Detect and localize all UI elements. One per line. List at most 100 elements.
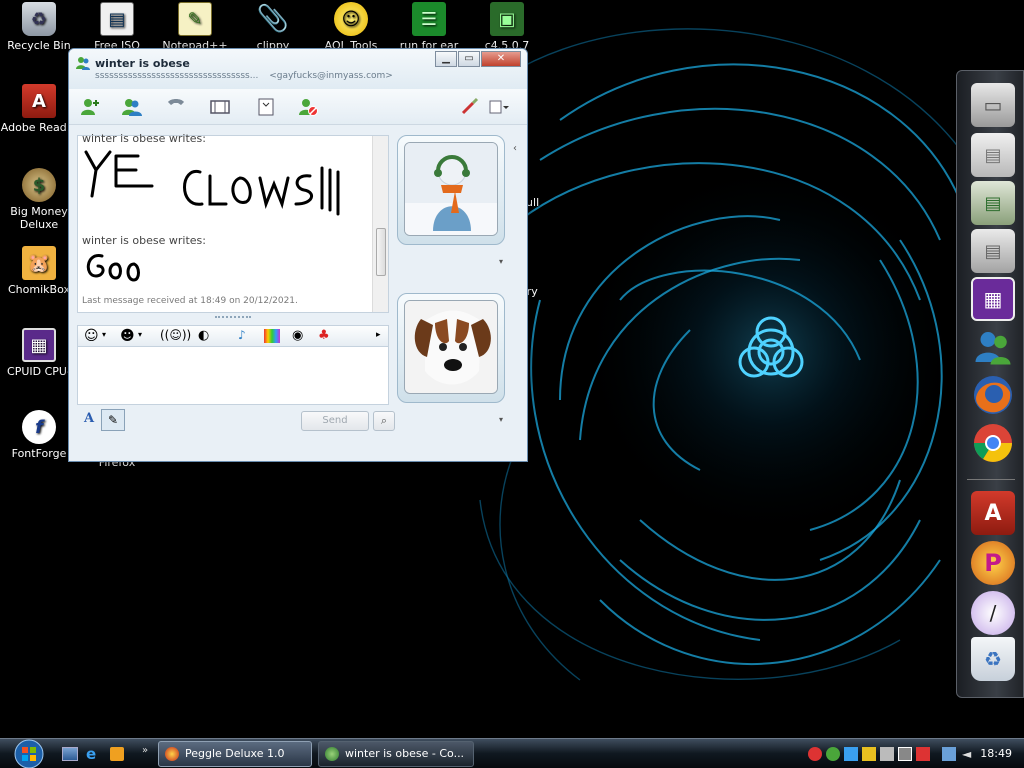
share-files-icon[interactable] xyxy=(121,97,143,117)
message-input[interactable] xyxy=(77,347,389,405)
window-title: winter is obese xyxy=(95,57,190,70)
message-sender-line: winter is obese writes: xyxy=(82,132,206,145)
wink-emoticon-icon[interactable]: ☻ xyxy=(120,328,135,344)
desktop-icon-c4[interactable]: ▣ c4.5.0.7 xyxy=(468,2,546,52)
phone-call-icon[interactable] xyxy=(165,97,187,117)
tray-monitor-icon[interactable] xyxy=(898,747,912,761)
dock-item-adobe-reader[interactable]: A xyxy=(971,491,1015,535)
collapse-arrow-icon[interactable]: ‹ xyxy=(513,143,525,157)
peggle-icon xyxy=(165,747,179,761)
internet-explorer-icon[interactable]: e xyxy=(86,745,96,763)
paintbrush-icon[interactable] xyxy=(459,97,481,117)
maximize-button[interactable]: ▭ xyxy=(458,51,480,67)
quicklaunch-overflow-icon[interactable]: » xyxy=(142,745,148,756)
chrome-icon xyxy=(974,424,1012,462)
network-icon[interactable] xyxy=(942,747,956,761)
desktop-icon-notepadpp[interactable]: ✎ Notepad++ xyxy=(156,2,234,52)
taskbar-button-messenger[interactable]: winter is obese - Co... xyxy=(318,741,474,767)
wink-gift-icon[interactable]: ♪ xyxy=(238,328,246,342)
tray-security-icon[interactable] xyxy=(808,747,822,761)
cpu-chip-icon: ▦ xyxy=(983,287,1003,311)
dropdown-arrow-icon[interactable]: ▾ xyxy=(102,330,106,339)
messenger-buddy-icon xyxy=(76,57,90,70)
dock-item-firefox[interactable] xyxy=(971,373,1015,417)
brush-icon: / xyxy=(989,601,997,625)
dock-item-chrome[interactable] xyxy=(971,421,1015,465)
desktop-icon-run-for-ear[interactable]: ☰ run for ear xyxy=(390,2,468,52)
block-contact-icon[interactable] xyxy=(297,97,319,117)
splitter-grip[interactable] xyxy=(215,316,251,320)
tray-alert-icon[interactable] xyxy=(916,747,930,761)
messenger-buddy-icon xyxy=(325,747,339,761)
taskbar-clock[interactable]: 18:49 xyxy=(980,747,1012,760)
conversation-history[interactable]: winter is obese writes: winter is obese … xyxy=(77,132,389,313)
dock-item-paint[interactable]: / xyxy=(971,591,1015,635)
messenger-window[interactable]: winter is obese ssssssssssssssssssssssss… xyxy=(68,48,528,462)
dock-item-folder[interactable]: ▤ xyxy=(971,133,1015,177)
desktop-icon-fontforge[interactable]: f FontForge xyxy=(0,410,78,460)
desktop-icon-label: FontForge xyxy=(11,447,67,460)
taskbar-button-label: winter is obese - Co... xyxy=(345,747,465,760)
tray-battery-icon[interactable] xyxy=(862,747,876,761)
taskbar-button-label: Peggle Deluxe 1.0 xyxy=(185,747,285,760)
desktop-icon-adobe-reader[interactable]: A Adobe Read 9 xyxy=(0,84,78,134)
show-desktop-icon[interactable] xyxy=(62,747,78,761)
video-call-icon[interactable] xyxy=(209,97,231,117)
show-menu-icon[interactable] xyxy=(487,97,509,117)
invite-contact-icon[interactable] xyxy=(79,97,101,117)
minimize-button[interactable]: ▁ xyxy=(435,51,457,67)
start-button[interactable] xyxy=(8,739,50,768)
desktop-icon-aol-tools[interactable]: ☺ AOL Tools xyxy=(312,2,390,52)
desktop-icon-big-money[interactable]: $ Big Money Deluxe xyxy=(0,168,78,231)
tray-messenger-icon[interactable] xyxy=(826,747,840,761)
input-mode-bar: A ✎ Send ⌕ xyxy=(77,407,395,433)
dock-item-messenger[interactable] xyxy=(971,325,1015,369)
dock-item-folder-files[interactable]: ▤ xyxy=(971,229,1015,273)
taskbar-button-peggle[interactable]: Peggle Deluxe 1.0 xyxy=(158,741,312,767)
c4-app-icon: ▣ xyxy=(490,2,524,36)
formatting-toolbar: ☺ ▾ ☻ ▾ ((☺)) ◐ ♪ ◉ ♣ ▸ xyxy=(77,325,389,347)
desktop-icon-cpuid[interactable]: ▦ CPUID CPU- xyxy=(0,328,78,378)
nudge-icon[interactable]: ((☺)) xyxy=(160,328,191,342)
voice-clip-icon[interactable]: ◐ xyxy=(198,328,209,343)
dock-item-screen[interactable]: ▭ xyxy=(971,83,1015,127)
desktop-icon-label: Big Money Deluxe xyxy=(10,205,68,231)
game-icon[interactable]: ♣ xyxy=(318,328,330,343)
sound-icon[interactable]: ◉ xyxy=(292,328,303,343)
background-palette-icon[interactable] xyxy=(264,329,280,343)
desktop-icon-clippy[interactable]: 📎 clippy xyxy=(234,2,312,52)
activities-icon[interactable] xyxy=(255,97,277,117)
desktop-icon-chomikbox[interactable]: 🐹 ChomikBox xyxy=(0,246,78,296)
tray-printer-icon[interactable] xyxy=(880,747,894,761)
handwriting-mode-icon[interactable]: ✎ xyxy=(101,409,125,431)
window-titlebar[interactable]: winter is obese ssssssssssssssssssssssss… xyxy=(69,49,527,89)
tray-update-icon[interactable] xyxy=(844,747,858,761)
dock-item-folder-green[interactable]: ▤ xyxy=(971,181,1015,225)
contact-subtitle: sssssssssssssssssssssssssssssssss... <ga… xyxy=(95,71,393,81)
dock-item-cpuid[interactable]: ▦ xyxy=(971,277,1015,321)
emoticon-smiley-icon[interactable]: ☺ xyxy=(84,328,99,344)
search-button[interactable]: ⌕ xyxy=(373,411,395,431)
scrollbar-thumb[interactable] xyxy=(376,228,386,276)
media-player-icon[interactable] xyxy=(110,747,124,761)
send-button[interactable]: Send xyxy=(301,411,369,431)
avatar-options-arrow-icon[interactable]: ▾ xyxy=(499,415,503,424)
paperclip-icon: 📎 xyxy=(256,4,290,34)
folder-icon: ▤ xyxy=(984,240,1002,262)
dropdown-arrow-icon[interactable]: ▾ xyxy=(138,330,142,339)
my-display-picture[interactable] xyxy=(397,293,505,403)
conversation-scrollbar[interactable] xyxy=(372,136,388,312)
close-button[interactable]: ✕ xyxy=(481,51,521,67)
contact-display-picture[interactable] xyxy=(397,135,505,245)
dock-item-recycle-bin[interactable]: ♻ xyxy=(971,637,1015,681)
last-message-status: Last message received at 18:49 on 20/12/… xyxy=(82,296,298,306)
desktop-icon-free-iso[interactable]: ▤ Free ISO xyxy=(78,2,156,52)
fontforge-icon: f xyxy=(22,410,56,444)
text-mode-icon[interactable]: A xyxy=(79,411,99,429)
desktop-icon-recycle-bin[interactable]: ♻ Recycle Bin xyxy=(0,2,78,52)
more-arrow-icon[interactable]: ▸ xyxy=(376,330,381,340)
dock-item-peggle[interactable]: P xyxy=(971,541,1015,585)
message-sender-line: winter is obese writes: xyxy=(82,234,206,247)
volume-icon[interactable]: ◄ xyxy=(962,747,976,761)
avatar-options-arrow-icon[interactable]: ▾ xyxy=(499,257,503,266)
